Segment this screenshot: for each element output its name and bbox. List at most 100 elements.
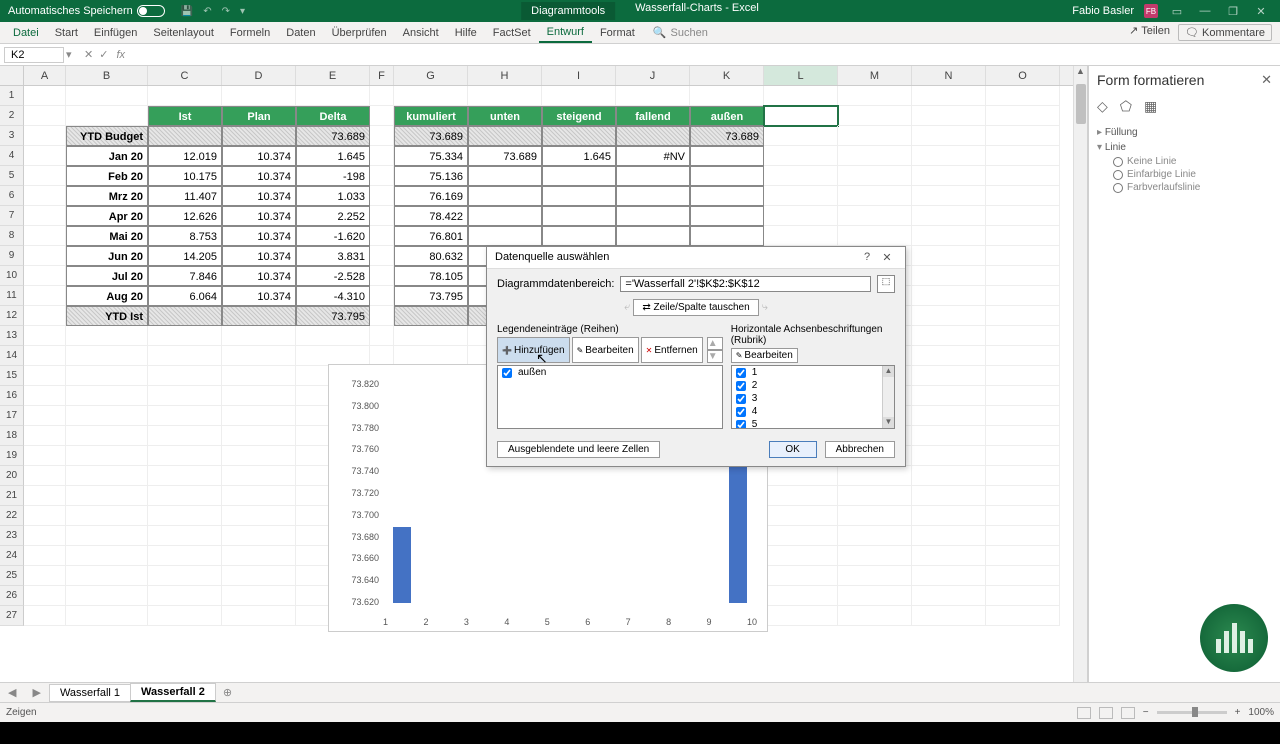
cell-A5[interactable] bbox=[24, 166, 66, 186]
cell-D21[interactable] bbox=[222, 486, 296, 506]
cell-L1[interactable] bbox=[764, 86, 838, 106]
search-box[interactable]: 🔍 Suchen bbox=[653, 26, 708, 39]
cell-O20[interactable] bbox=[986, 466, 1060, 486]
cell-A18[interactable] bbox=[24, 426, 66, 446]
cell-M24[interactable] bbox=[838, 546, 912, 566]
cell-E2[interactable]: Delta bbox=[296, 106, 370, 126]
cell-B5[interactable]: Feb 20 bbox=[66, 166, 148, 186]
cell-I2[interactable]: steigend bbox=[542, 106, 616, 126]
tab-daten[interactable]: Daten bbox=[278, 24, 323, 42]
cell-I4[interactable]: 1.645 bbox=[542, 146, 616, 166]
cell-A7[interactable] bbox=[24, 206, 66, 226]
row-header-16[interactable]: 16 bbox=[0, 386, 24, 406]
cell-L6[interactable] bbox=[764, 186, 838, 206]
cell-M22[interactable] bbox=[838, 506, 912, 526]
cell-M4[interactable] bbox=[838, 146, 912, 166]
cell-O9[interactable] bbox=[986, 246, 1060, 266]
maximize-icon[interactable]: ❐ bbox=[1224, 5, 1242, 18]
sheet-nav-next-icon[interactable]: ▶ bbox=[24, 686, 48, 699]
toggle-switch-icon[interactable] bbox=[137, 5, 165, 17]
cell-M7[interactable] bbox=[838, 206, 912, 226]
cell-E14[interactable] bbox=[296, 346, 370, 366]
series-checkbox[interactable] bbox=[502, 368, 512, 378]
row-header-17[interactable]: 17 bbox=[0, 406, 24, 426]
cell-C25[interactable] bbox=[148, 566, 222, 586]
cell-O5[interactable] bbox=[986, 166, 1060, 186]
sheet-tab-1[interactable]: Wasserfall 1 bbox=[49, 684, 131, 702]
cell-O16[interactable] bbox=[986, 386, 1060, 406]
tab-hilfe[interactable]: Hilfe bbox=[447, 24, 485, 42]
cell-N13[interactable] bbox=[912, 326, 986, 346]
cell-A14[interactable] bbox=[24, 346, 66, 366]
cat-checkbox[interactable] bbox=[736, 420, 746, 430]
cell-D4[interactable]: 10.374 bbox=[222, 146, 296, 166]
cell-G4[interactable]: 75.334 bbox=[394, 146, 468, 166]
cell-N5[interactable] bbox=[912, 166, 986, 186]
cat-checkbox[interactable] bbox=[736, 368, 746, 378]
cell-A12[interactable] bbox=[24, 306, 66, 326]
cell-I7[interactable] bbox=[542, 206, 616, 226]
cell-M2[interactable] bbox=[838, 106, 912, 126]
tab-ueberpruefen[interactable]: Überprüfen bbox=[324, 24, 395, 42]
section-line[interactable]: Linie bbox=[1097, 140, 1272, 155]
pane-close-icon[interactable]: ✕ bbox=[1261, 72, 1272, 88]
cell-I1[interactable] bbox=[542, 86, 616, 106]
cell-A20[interactable] bbox=[24, 466, 66, 486]
column-header-B[interactable]: B bbox=[66, 66, 148, 85]
cell-K8[interactable] bbox=[690, 226, 764, 246]
cell-D26[interactable] bbox=[222, 586, 296, 606]
scroll-up-icon[interactable]: ▲ bbox=[1074, 66, 1087, 80]
cell-N19[interactable] bbox=[912, 446, 986, 466]
add-sheet-icon[interactable]: ⊕ bbox=[215, 686, 240, 699]
row-header-1[interactable]: 1 bbox=[0, 86, 24, 106]
cell-D27[interactable] bbox=[222, 606, 296, 626]
cell-M20[interactable] bbox=[838, 466, 912, 486]
row-header-27[interactable]: 27 bbox=[0, 606, 24, 626]
fx-icon[interactable]: fx bbox=[116, 49, 125, 61]
cell-B2[interactable] bbox=[66, 106, 148, 126]
cell-G13[interactable] bbox=[394, 326, 468, 346]
normal-view-icon[interactable] bbox=[1077, 707, 1091, 719]
cell-O11[interactable] bbox=[986, 286, 1060, 306]
cell-F3[interactable] bbox=[370, 126, 394, 146]
hidden-cells-button[interactable]: Ausgeblendete und leere Zellen bbox=[497, 441, 660, 458]
cell-D1[interactable] bbox=[222, 86, 296, 106]
tab-seitenlayout[interactable]: Seitenlayout bbox=[145, 24, 222, 42]
cell-L4[interactable] bbox=[764, 146, 838, 166]
cell-O1[interactable] bbox=[986, 86, 1060, 106]
cell-G3[interactable]: 73.689 bbox=[394, 126, 468, 146]
cell-K6[interactable] bbox=[690, 186, 764, 206]
name-box-dropdown-icon[interactable]: ▾ bbox=[66, 48, 76, 61]
cell-O2[interactable] bbox=[986, 106, 1060, 126]
cell-K5[interactable] bbox=[690, 166, 764, 186]
cell-F10[interactable] bbox=[370, 266, 394, 286]
cell-G10[interactable]: 78.105 bbox=[394, 266, 468, 286]
sheet-tab-2[interactable]: Wasserfall 2 bbox=[130, 683, 216, 702]
cell-F4[interactable] bbox=[370, 146, 394, 166]
cell-O22[interactable] bbox=[986, 506, 1060, 526]
cell-A15[interactable] bbox=[24, 366, 66, 386]
cell-F7[interactable] bbox=[370, 206, 394, 226]
cell-D25[interactable] bbox=[222, 566, 296, 586]
row-header-4[interactable]: 4 bbox=[0, 146, 24, 166]
column-header-N[interactable]: N bbox=[912, 66, 986, 85]
cell-D2[interactable]: Plan bbox=[222, 106, 296, 126]
cell-A17[interactable] bbox=[24, 406, 66, 426]
no-line-radio[interactable] bbox=[1113, 157, 1123, 167]
cell-F13[interactable] bbox=[370, 326, 394, 346]
cell-O10[interactable] bbox=[986, 266, 1060, 286]
chart-bar[interactable] bbox=[393, 527, 411, 603]
cell-L23[interactable] bbox=[764, 526, 838, 546]
cell-D16[interactable] bbox=[222, 386, 296, 406]
cell-D13[interactable] bbox=[222, 326, 296, 346]
cell-N14[interactable] bbox=[912, 346, 986, 366]
cell-J7[interactable] bbox=[616, 206, 690, 226]
cell-C14[interactable] bbox=[148, 346, 222, 366]
cell-F1[interactable] bbox=[370, 86, 394, 106]
cell-D17[interactable] bbox=[222, 406, 296, 426]
cell-B23[interactable] bbox=[66, 526, 148, 546]
column-header-F[interactable]: F bbox=[370, 66, 394, 85]
cell-E3[interactable]: 73.689 bbox=[296, 126, 370, 146]
chart-range-input[interactable] bbox=[620, 276, 871, 292]
share-button[interactable]: Teilen bbox=[1129, 24, 1170, 41]
